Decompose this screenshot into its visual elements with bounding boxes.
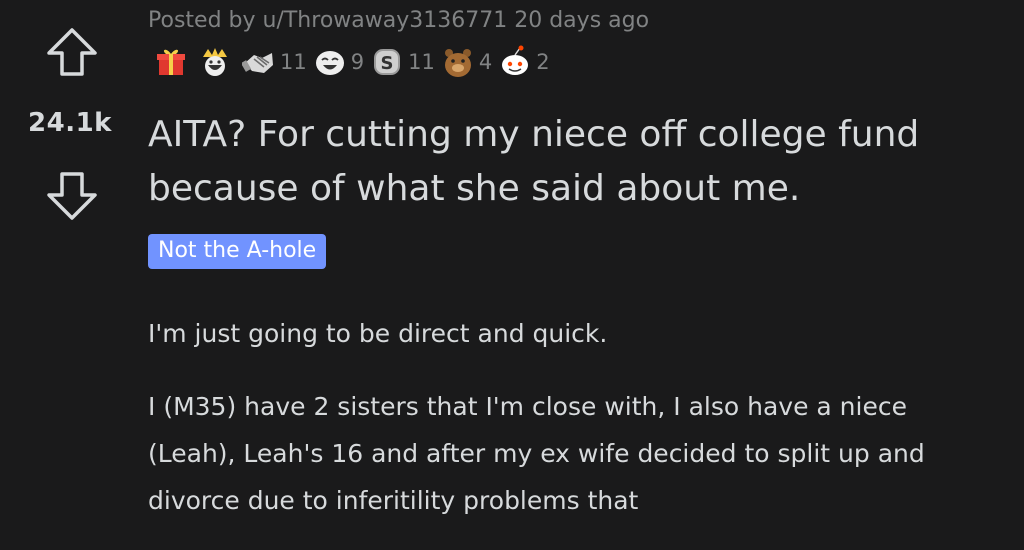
vote-score: 24.1k <box>28 108 112 138</box>
downvote-button[interactable] <box>45 168 99 222</box>
author-link[interactable]: u/Throwaway3136771 <box>263 8 508 33</box>
silver-s-award-icon: S <box>374 49 401 75</box>
body-paragraph: I (M35) have 2 sisters that I'm close wi… <box>148 392 925 515</box>
body-paragraph: I'm just going to be direct and quick. <box>148 319 608 348</box>
post-body: I'm just going to be direct and quick. I… <box>148 310 988 550</box>
upvote-arrow-icon <box>47 28 97 76</box>
downvote-arrow-icon <box>47 172 97 220</box>
bear-award-icon <box>444 49 471 77</box>
meta-prefix: Posted by <box>148 8 256 33</box>
award-laughing-face[interactable]: 9 <box>313 45 364 79</box>
svg-text:S: S <box>381 53 394 74</box>
award-snoo[interactable]: 2 <box>498 45 550 79</box>
post-age: 20 days ago <box>514 8 650 33</box>
award-silver[interactable]: S 11 <box>370 45 435 79</box>
crown-laugh-award-icon <box>203 48 227 76</box>
handshake-award-icon <box>242 53 273 73</box>
award-handshake[interactable]: 11 <box>242 45 307 79</box>
award-bear[interactable]: 4 <box>441 45 492 79</box>
awards-row[interactable]: 11 9 S 11 4 2 <box>154 44 550 80</box>
gift-award-icon <box>157 49 185 75</box>
laughing-face-award-icon <box>315 51 344 75</box>
post-flair-badge[interactable]: Not the A-hole <box>148 234 327 269</box>
upvote-button[interactable] <box>45 26 99 80</box>
post-title[interactable]: AITA? For cutting my niece off college f… <box>148 108 1008 216</box>
vote-column: 24.1k <box>0 0 140 535</box>
snoo-award-icon <box>502 45 529 75</box>
award-crown-laugh[interactable] <box>198 45 236 79</box>
post-meta: Posted by u/Throwaway3136771 20 days ago <box>148 8 649 33</box>
award-gift[interactable] <box>154 45 192 79</box>
